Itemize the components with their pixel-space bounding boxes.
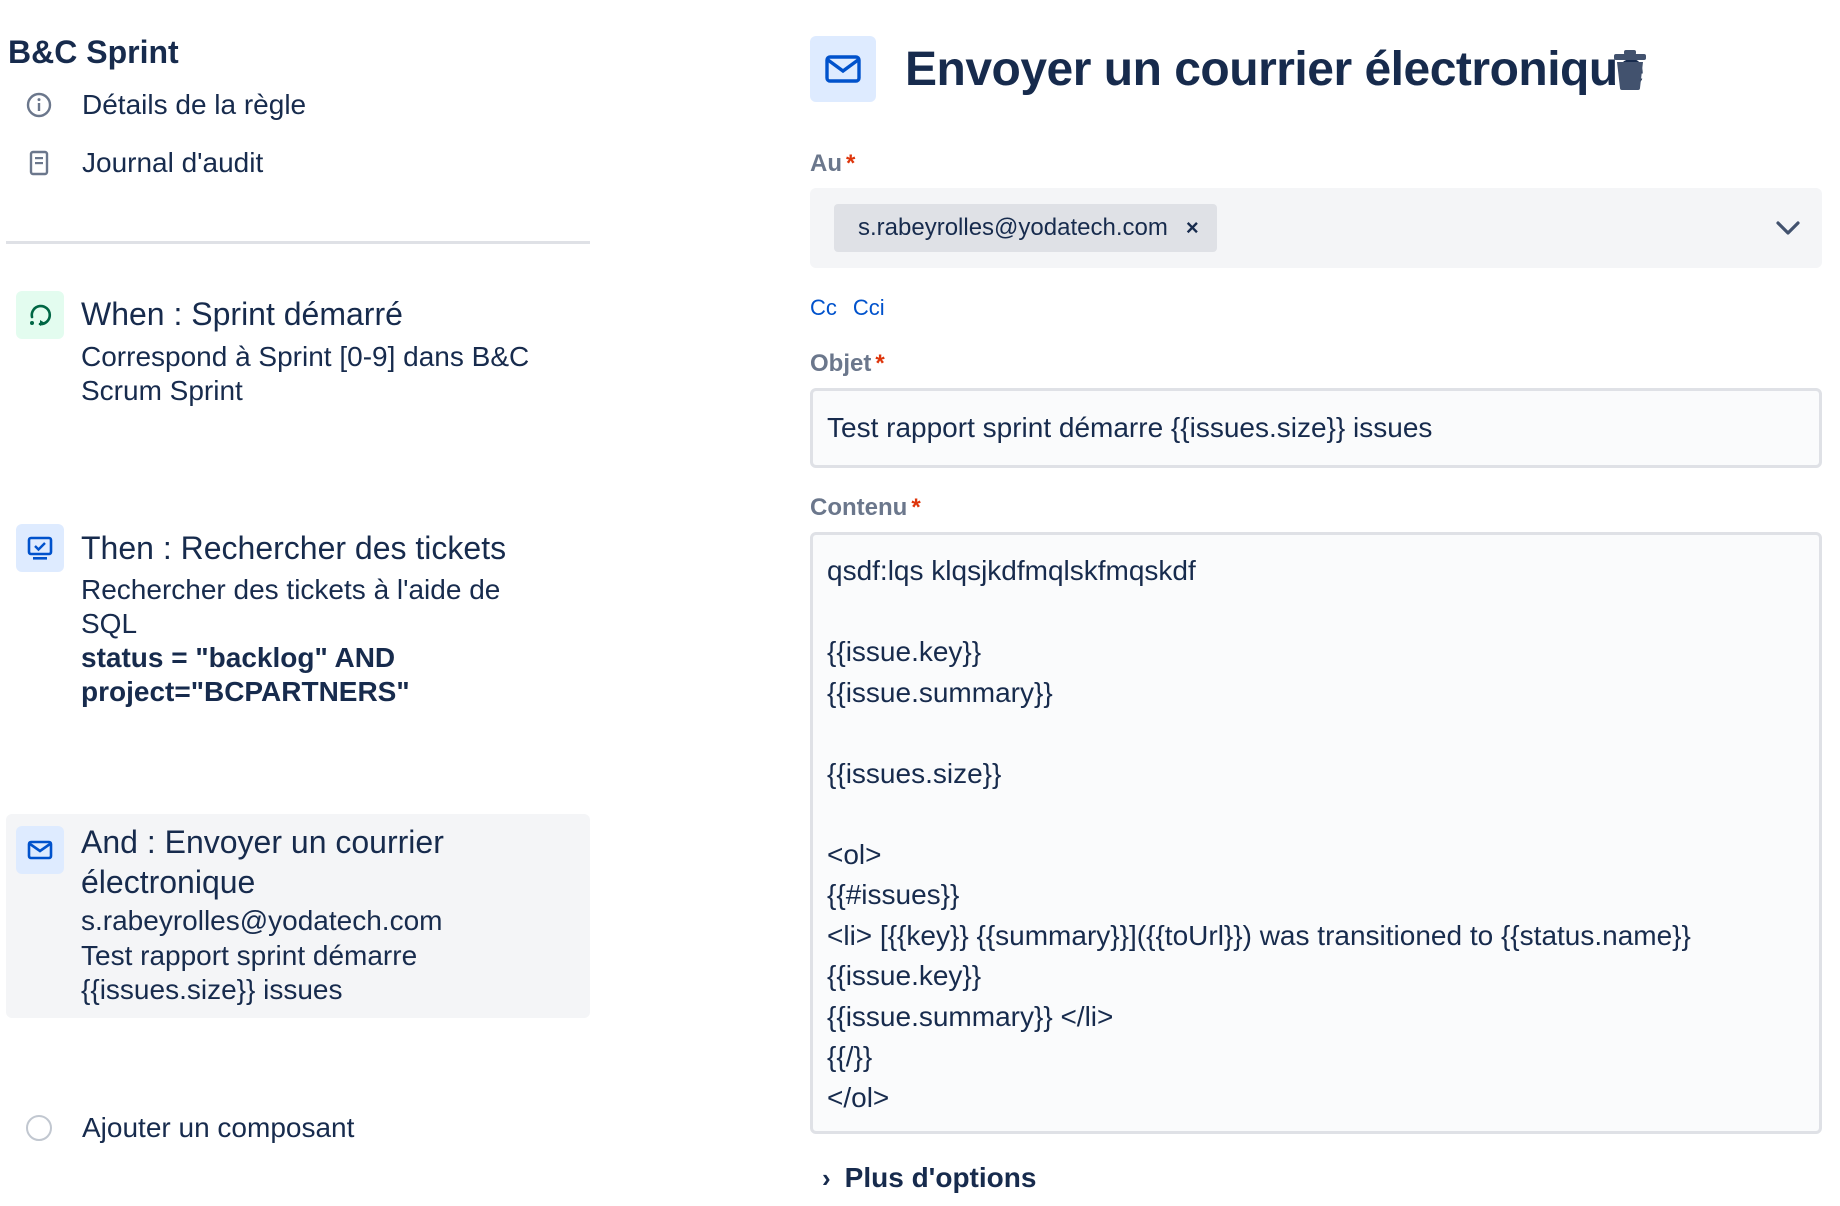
required-marker: *: [911, 494, 921, 521]
cc-links: Cc Cci: [810, 295, 885, 321]
trigger-icon: [16, 291, 64, 339]
component-email-to: s.rabeyrolles@yodatech.com: [81, 905, 443, 936]
component-trigger[interactable]: When : Sprint démarré Correspond à Sprin…: [6, 285, 590, 435]
info-icon: [24, 90, 54, 120]
trash-icon: [1614, 50, 1646, 90]
add-component-button[interactable]: Ajouter un composant: [26, 1112, 354, 1144]
component-search-desc: Rechercher des tickets à l'aide de SQL s…: [81, 573, 561, 709]
component-email-title: And : Envoyer un courrier électronique: [81, 824, 444, 900]
document-icon: [24, 148, 54, 178]
mail-icon: [810, 36, 876, 102]
content-textarea[interactable]: qsdf:lqs klqsjkdfmqlskfmqskdf {{issue.ke…: [810, 532, 1822, 1134]
more-options-label: Plus d'options: [844, 1162, 1037, 1193]
nav-audit-log[interactable]: Journal d'audit: [24, 143, 263, 183]
editor-title: Envoyer un courrier électronique: [905, 43, 1644, 96]
mail-icon: [16, 826, 64, 874]
add-component-label: Ajouter un composant: [82, 1112, 355, 1143]
recipient-chip: s.rabeyrolles@yodatech.com ×: [834, 204, 1217, 252]
subject-input[interactable]: [810, 388, 1822, 468]
more-options-toggle[interactable]: › Plus d'options: [822, 1162, 1036, 1194]
component-search-title: Then : Rechercher des tickets: [81, 530, 507, 566]
component-search-issues[interactable]: Then : Rechercher des tickets Rechercher…: [6, 518, 590, 728]
component-search-desc-text: Rechercher des tickets à l'aide de SQL: [81, 574, 501, 639]
required-marker: *: [846, 150, 856, 177]
cci-link[interactable]: Cci: [853, 295, 885, 321]
content-label-text: Contenu: [810, 494, 908, 521]
nav-rule-details[interactable]: Détails de la règle: [24, 85, 306, 125]
nav-audit-log-label: Journal d'audit: [82, 147, 264, 178]
search-issues-icon: [16, 524, 64, 572]
rule-title: B&C Sprint: [8, 34, 179, 70]
sidebar-divider: [6, 241, 590, 244]
component-trigger-title: When : Sprint démarré: [81, 296, 403, 332]
subject-label-text: Objet: [810, 350, 872, 377]
component-search-query: status = "backlog" AND project="BCPARTNE…: [81, 642, 410, 707]
recipient-chip-text: s.rabeyrolles@yodatech.com: [858, 214, 1168, 241]
rule-sidebar: B&C Sprint Détails de la règle Journal d…: [0, 0, 600, 1206]
chevron-down-icon[interactable]: [1772, 212, 1804, 244]
component-email-subject: Test rapport sprint démarre {{issues.siz…: [81, 940, 418, 1005]
delete-button[interactable]: [1610, 48, 1650, 92]
component-editor: Envoyer un courrier électronique Au * s.r…: [810, 0, 1830, 1206]
nav-rule-details-label: Détails de la règle: [82, 89, 307, 120]
content-label: Contenu *: [810, 494, 921, 522]
cc-link[interactable]: Cc: [810, 295, 837, 321]
chevron-right-icon: ›: [822, 1162, 831, 1193]
component-trigger-desc: Correspond à Sprint [0-9] dans B&C Scrum…: [81, 341, 530, 406]
to-label: Au *: [810, 150, 855, 178]
to-label-text: Au: [810, 150, 842, 177]
to-field[interactable]: s.rabeyrolles@yodatech.com ×: [810, 188, 1822, 268]
required-marker: *: [875, 350, 885, 377]
component-send-email[interactable]: And : Envoyer un courrier électronique s…: [6, 814, 590, 1018]
add-component-icon: [26, 1115, 52, 1141]
remove-recipient-button[interactable]: ×: [1186, 215, 1199, 241]
subject-label: Objet *: [810, 350, 885, 378]
